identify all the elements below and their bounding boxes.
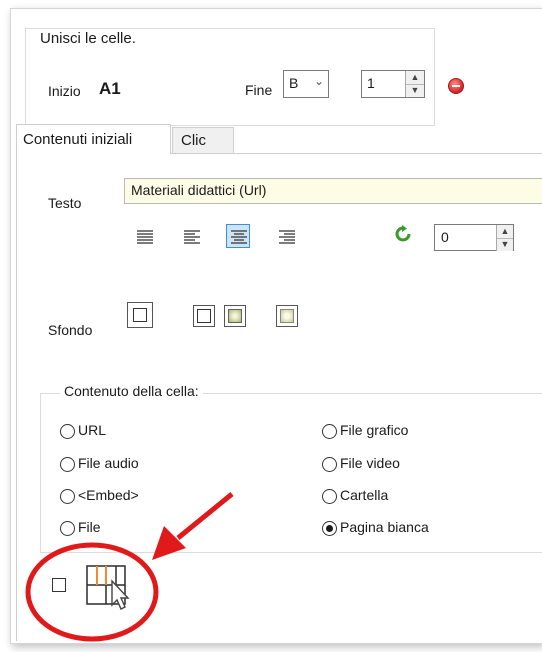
start-label: Inizio <box>48 83 81 99</box>
radio-label: File video <box>340 455 400 471</box>
end-row-stepper[interactable]: 1 ▲ ▼ <box>361 70 425 98</box>
radio-button[interactable] <box>60 424 75 439</box>
radio-button[interactable] <box>322 424 337 439</box>
radio-label: File audio <box>78 455 139 471</box>
radio-label: Cartella <box>340 487 389 503</box>
radio-button[interactable] <box>60 489 75 504</box>
tab-clic[interactable]: Clic <box>172 127 234 154</box>
radio-button[interactable] <box>60 457 75 472</box>
cell-content-group <box>40 393 542 553</box>
radio-button[interactable] <box>60 521 75 536</box>
text-input-value: Materiali didattici (Url) <box>131 182 267 198</box>
radio-label: <Embed> <box>78 487 139 503</box>
radio-button[interactable] <box>322 521 337 536</box>
align-right-button[interactable] <box>275 225 299 249</box>
merge-cells-icon[interactable] <box>86 565 138 617</box>
radio-label: File grafico <box>340 422 409 438</box>
text-input[interactable]: Materiali didattici (Url) <box>124 178 542 204</box>
align-left-icon <box>184 230 200 244</box>
align-right-icon <box>279 230 295 244</box>
rotate-icon[interactable] <box>394 225 412 247</box>
merge-checkbox[interactable] <box>52 578 66 592</box>
background-gradient-swatch-1[interactable] <box>224 305 246 327</box>
radio-label: File <box>78 519 101 535</box>
align-justify-icon <box>137 230 153 244</box>
end-label: Fine <box>245 82 273 98</box>
radio-button[interactable] <box>322 489 337 504</box>
spin-down-icon[interactable]: ▼ <box>406 84 424 97</box>
rotation-spin-buttons: ▲ ▼ <box>496 225 513 251</box>
merge-cells-title: Unisci le celle. <box>37 30 139 47</box>
tab-contenuti-iniziali[interactable]: Contenuti iniziali <box>16 124 171 154</box>
background-label: Sfondo <box>48 322 93 338</box>
rotation-value: 0 <box>441 229 449 245</box>
spin-up-icon[interactable]: ▲ <box>406 71 424 85</box>
swatch-inner <box>197 309 211 323</box>
background-color-button[interactable] <box>127 302 153 328</box>
swatch-inner <box>228 309 242 323</box>
spin-up-icon[interactable]: ▲ <box>497 225 513 239</box>
radio-label: URL <box>78 422 107 438</box>
align-left-button[interactable] <box>180 225 204 249</box>
align-justify-button[interactable] <box>133 225 157 249</box>
spin-down-icon[interactable]: ▼ <box>497 238 513 251</box>
background-gradient-swatch-2[interactable] <box>276 305 298 327</box>
start-value: A1 <box>99 79 121 98</box>
background-white-swatch[interactable] <box>193 305 215 327</box>
rotation-stepper[interactable]: 0 ▲ ▼ <box>434 224 514 251</box>
radio-label: Pagina bianca <box>340 519 429 535</box>
radio-button[interactable] <box>322 457 337 472</box>
align-center-icon <box>231 230 247 244</box>
swatch-inner <box>280 309 294 323</box>
chevron-down-icon[interactable]: ⌄ <box>314 74 324 88</box>
end-row-value: 1 <box>367 75 375 91</box>
end-column-value: B <box>289 75 299 91</box>
align-center-button[interactable] <box>226 224 250 248</box>
cell-content-title: Contenuto della cella: <box>60 383 203 399</box>
tab-label: Clic <box>181 132 206 149</box>
panel-border <box>16 153 17 641</box>
background-preview <box>133 308 147 322</box>
text-label: Testo <box>48 195 82 211</box>
tab-label: Contenuti iniziali <box>23 131 133 148</box>
end-row-spin-buttons: ▲ ▼ <box>405 71 424 97</box>
end-column-select[interactable]: B ⌄ <box>283 70 329 98</box>
remove-merge-icon[interactable] <box>448 78 464 94</box>
